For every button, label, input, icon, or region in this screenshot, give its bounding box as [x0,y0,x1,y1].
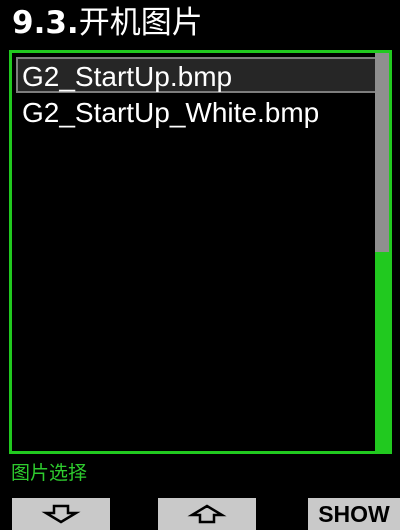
scrollbar[interactable] [375,53,389,451]
show-button[interactable]: SHOW [308,498,400,530]
arrow-down-icon [41,503,81,525]
show-button-label: SHOW [318,500,390,527]
file-list-item-label: G2_StartUp_White.bmp [22,97,320,128]
page-title: 9.3.开机图片 [0,0,400,46]
down-button[interactable] [12,498,110,530]
softkey-bar: SHOW [0,498,400,530]
page-title-number: 9.3. [12,5,79,41]
page-title-text: 开机图片 [78,5,203,41]
file-list-item-label: G2_StartUp.bmp [22,61,233,92]
status-text: 图片选择 [11,462,88,484]
up-button[interactable] [158,498,256,530]
file-list-item-startup-white[interactable]: G2_StartUp_White.bmp [16,93,378,129]
file-list: G2_StartUp.bmp G2_StartUp_White.bmp [16,57,378,129]
file-list-panel: G2_StartUp.bmp G2_StartUp_White.bmp [9,50,392,454]
arrow-up-icon [187,503,227,525]
file-list-item-startup[interactable]: G2_StartUp.bmp [16,57,378,93]
scrollbar-thumb[interactable] [375,53,389,252]
